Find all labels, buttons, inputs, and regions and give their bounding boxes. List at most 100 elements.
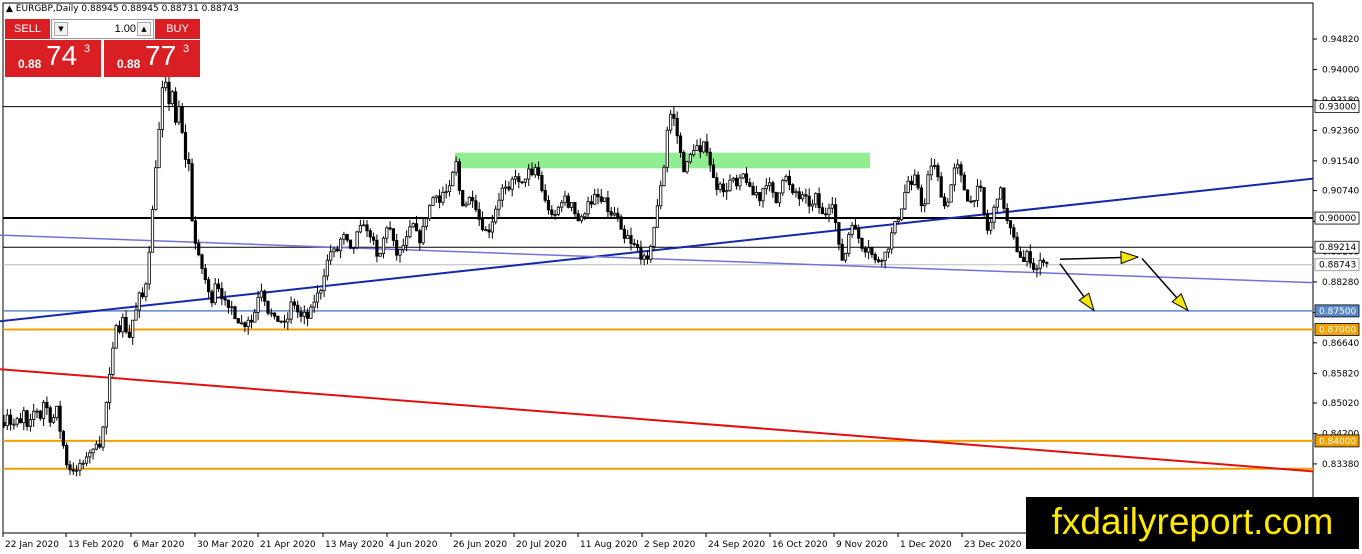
candle-body-down [371, 236, 376, 241]
buy-price-button[interactable]: 0.88 77 3 [104, 40, 200, 77]
price-tick-label: 0.88280 [1322, 278, 1359, 288]
sell-button[interactable]: SELL [5, 19, 50, 39]
time-tick-label: 4 Jun 2020 [389, 540, 438, 550]
candle-body-up [669, 113, 673, 131]
candle-body-up [51, 417, 56, 423]
time-tick-label: 21 Apr 2020 [260, 540, 316, 550]
candle [619, 214, 623, 230]
candle-body-up [32, 410, 36, 420]
time-tick-label: 13 May 2020 [325, 540, 384, 550]
candle-body-up [137, 292, 141, 311]
candle-body-down [791, 184, 795, 194]
time-tick-label: 22 Jan 2020 [5, 540, 59, 550]
candle [431, 195, 435, 206]
candle-body-up [447, 185, 452, 193]
candle-body-up [144, 283, 148, 298]
candle-body-up [695, 145, 699, 151]
candle-body-up [906, 180, 910, 193]
candle-body-down [705, 141, 709, 153]
candle-body-up [332, 248, 336, 253]
buy-price-pips: 77 [145, 40, 177, 71]
candle-body-up [424, 218, 429, 227]
candle-body-down [206, 279, 211, 293]
candle-body-up [975, 185, 980, 201]
candle-body-down [919, 187, 924, 207]
candle-body-up [213, 283, 217, 304]
candle-body-down [484, 229, 488, 232]
candle [467, 196, 471, 205]
candle-body-down [187, 159, 191, 165]
candle-body-up [467, 196, 471, 205]
candle-body-down [979, 185, 983, 188]
candle-body-down [461, 190, 465, 207]
lot-size-input[interactable] [70, 21, 136, 37]
candle-body-up [738, 177, 742, 187]
candle [982, 187, 986, 217]
lot-size-control: ▼ ▲ [51, 19, 154, 39]
candle-body-up [946, 201, 950, 207]
candle-body-up [626, 235, 630, 239]
candle-body-down [824, 213, 828, 216]
candle-body-up [81, 462, 85, 465]
candle-body-up [777, 192, 782, 204]
candle-body-up [358, 225, 363, 233]
candle-body-up [464, 203, 468, 207]
lot-increase-icon[interactable]: ▲ [137, 22, 151, 36]
candle-body-up [342, 234, 346, 240]
candle-body-up [411, 223, 415, 228]
candle-body-down [167, 81, 171, 105]
candle-body-down [771, 182, 775, 193]
candle-body-up [827, 207, 831, 216]
candle-body-up [177, 106, 181, 123]
candle-body-down [1022, 256, 1026, 263]
candle-body-up [768, 182, 772, 187]
price-axis: 0.948200.940000.931800.923600.915400.907… [1313, 35, 1359, 470]
candle [999, 186, 1003, 200]
candle [233, 305, 237, 320]
candle-body-up [1025, 251, 1029, 263]
candle-body-down [682, 152, 686, 173]
candle-body-up [900, 208, 904, 221]
candle [702, 141, 706, 154]
candle-body-down [48, 407, 52, 423]
candle [101, 425, 105, 451]
candle-body-down [375, 239, 379, 257]
candle [378, 252, 382, 257]
candle-body-up [497, 199, 501, 210]
time-tick-label: 13 Feb 2020 [68, 540, 124, 550]
candle [451, 170, 455, 187]
candle-body-down [969, 200, 973, 203]
candle-body-up [94, 443, 98, 450]
candle-body-down [837, 222, 841, 245]
candle-body-up [903, 191, 907, 210]
candle [428, 204, 432, 222]
candle-body-down [735, 177, 739, 187]
candle-body-up [259, 290, 264, 298]
candle-body-up [513, 176, 518, 180]
candle-body-up [725, 190, 729, 193]
sell-price-button[interactable]: 0.88 74 3 [5, 40, 101, 77]
candle-body-up [553, 214, 557, 216]
candle-body-up [319, 290, 323, 294]
candle-body-down [632, 243, 636, 245]
lot-decrease-icon[interactable]: ▼ [54, 22, 68, 36]
candle-body-down [276, 315, 280, 322]
candle-body-up [154, 167, 158, 211]
candle-body-down [517, 176, 521, 183]
candle-body-down [550, 209, 554, 215]
buy-button[interactable]: BUY [155, 19, 200, 39]
candle [847, 231, 851, 257]
candle [154, 160, 158, 211]
candle [173, 87, 178, 126]
price-chart[interactable]: 0.948200.940000.931800.923600.915400.907… [0, 0, 1362, 554]
candle-body-down [348, 239, 353, 249]
candle-body-down [391, 228, 396, 241]
candle-body-up [890, 232, 894, 250]
candle-body-down [477, 209, 481, 220]
candle-body-down [457, 161, 462, 191]
candle-body-up [949, 184, 953, 203]
collapse-icon[interactable]: ▲ [6, 4, 13, 14]
time-tick-label: 26 Jun 2020 [453, 540, 507, 550]
candle-body-down [210, 291, 214, 304]
candle-body-down [418, 230, 422, 244]
